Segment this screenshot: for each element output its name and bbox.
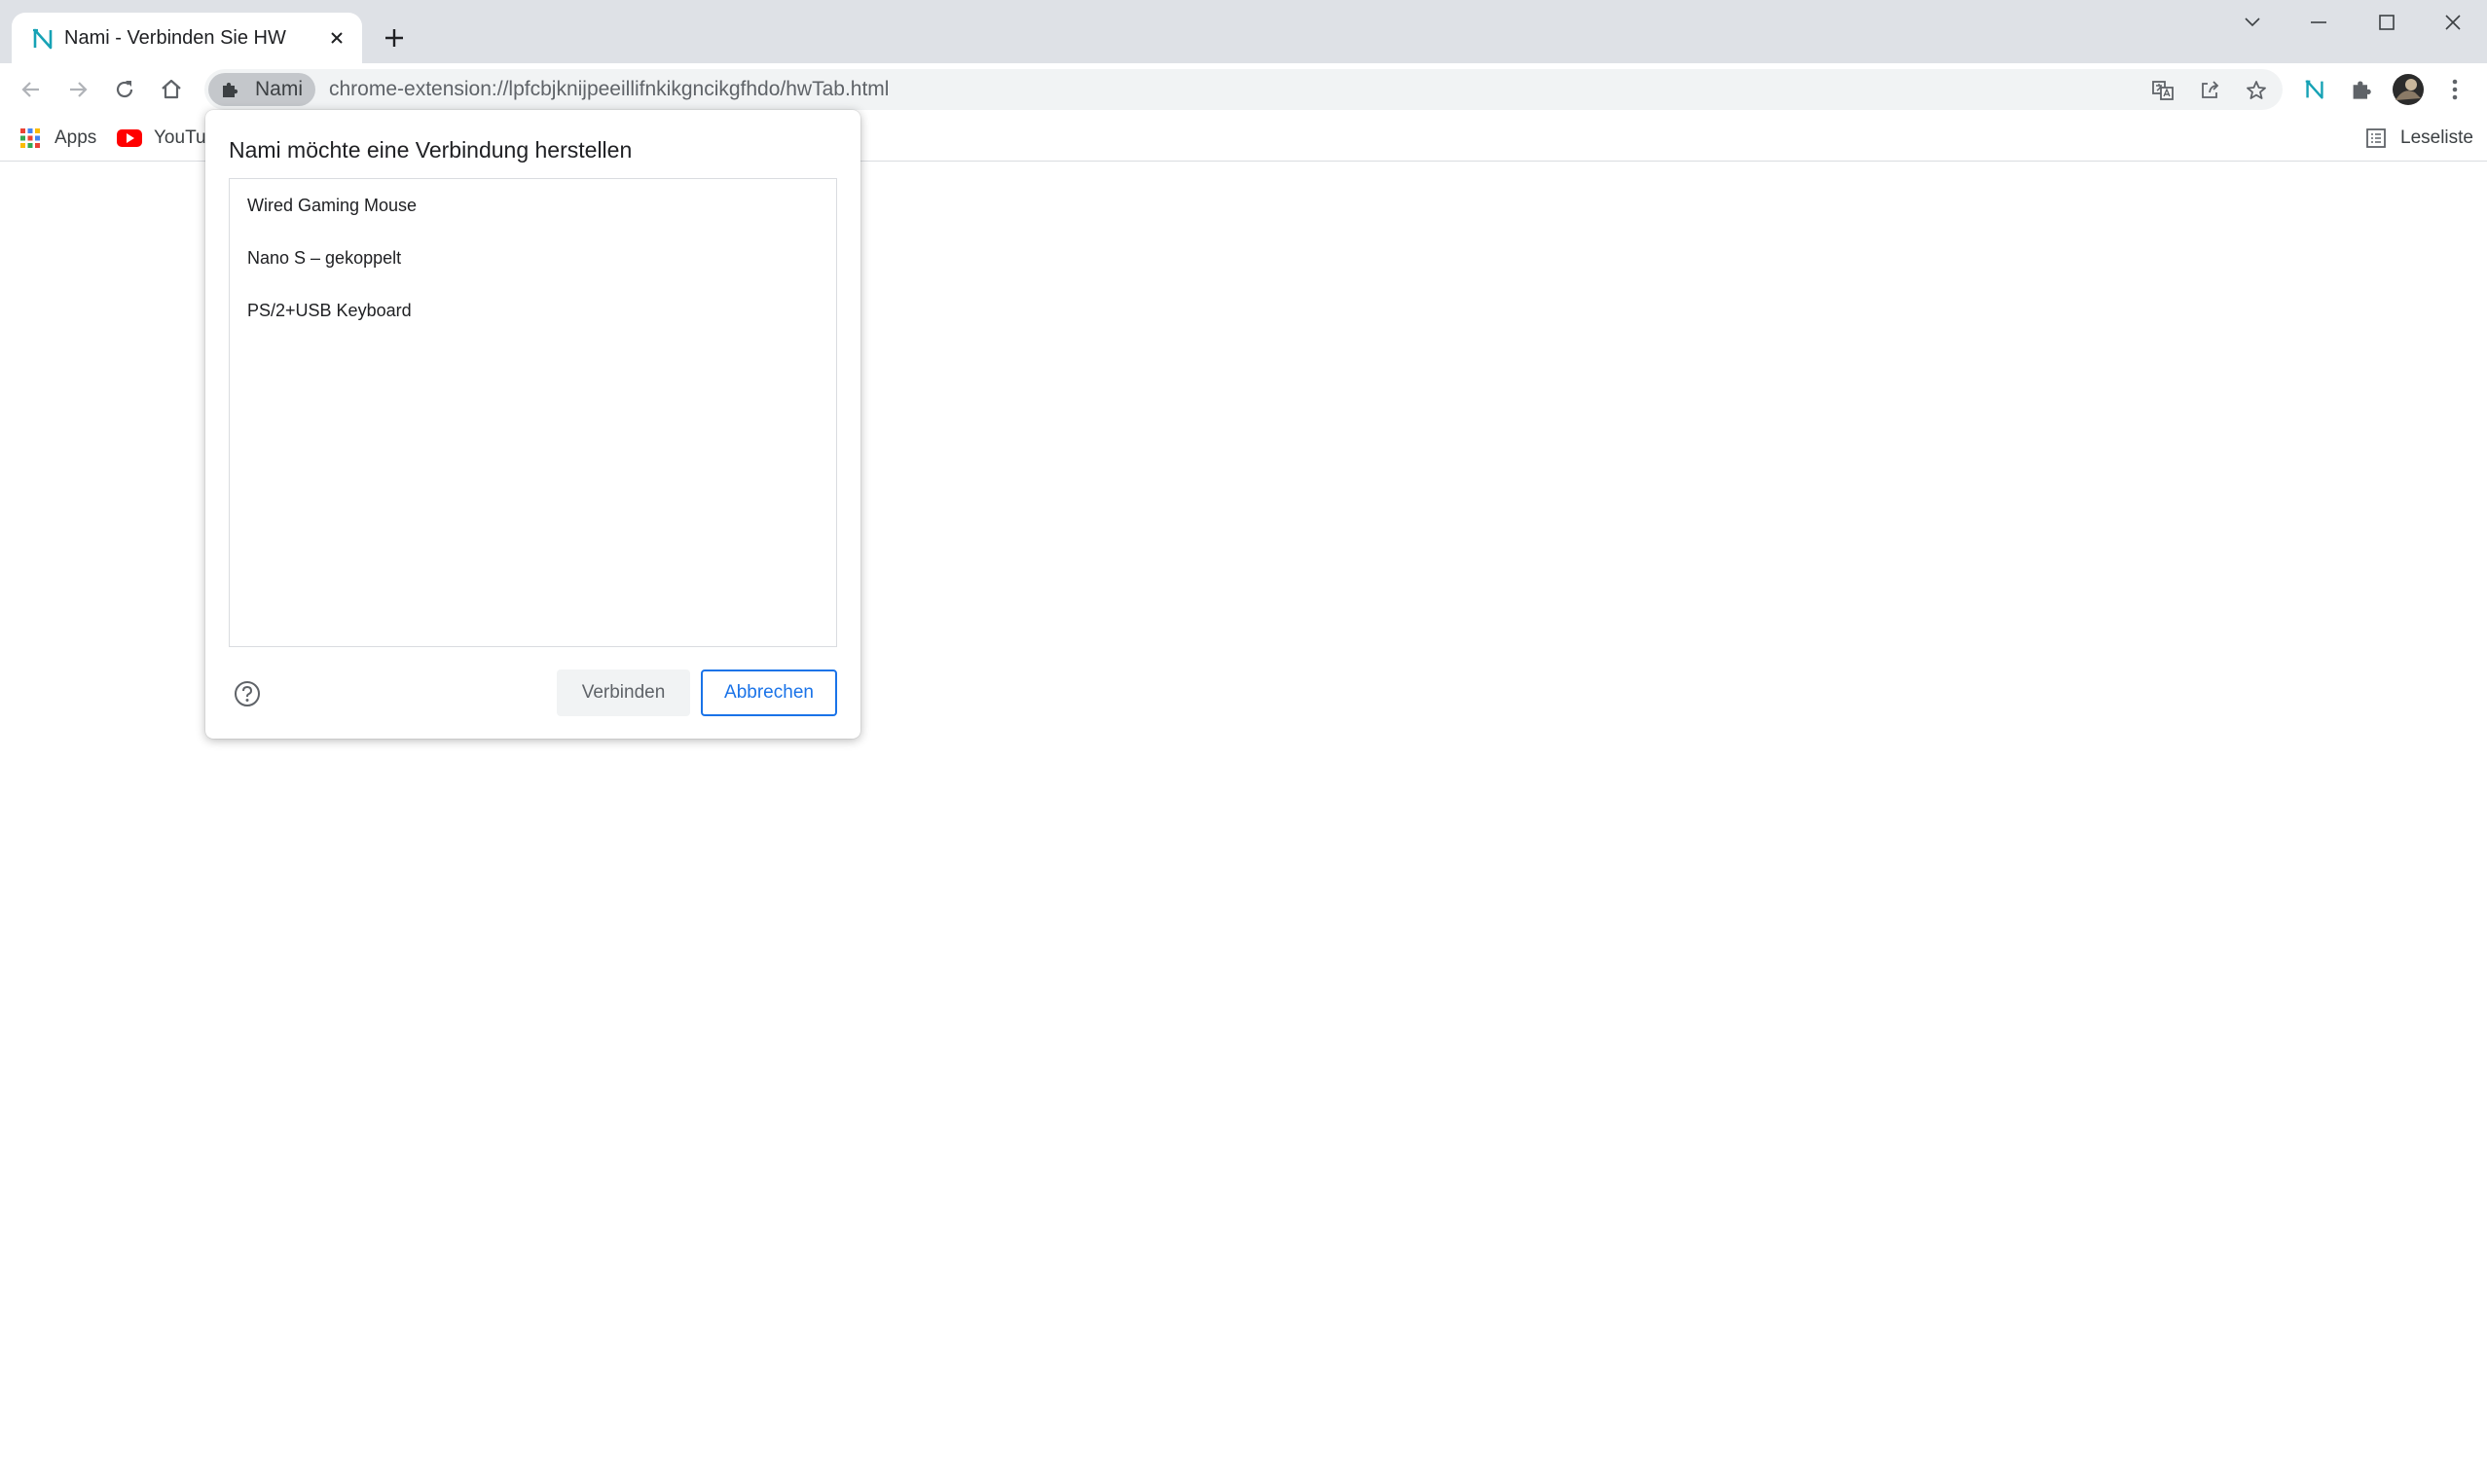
home-icon[interactable] bbox=[151, 69, 192, 110]
bookmark-apps-label: Apps bbox=[55, 127, 97, 148]
tab-strip: Nami - Verbinden Sie HW bbox=[0, 0, 2487, 63]
active-tab[interactable]: Nami - Verbinden Sie HW bbox=[12, 13, 362, 63]
device-chooser-dialog: Nami möchte eine Verbindung herstellen W… bbox=[205, 110, 860, 739]
puzzle-icon bbox=[223, 82, 238, 97]
reload-icon[interactable] bbox=[104, 69, 145, 110]
apps-grid-icon bbox=[20, 128, 40, 148]
cancel-button[interactable]: Abbrechen bbox=[701, 670, 837, 716]
url-text[interactable]: chrome-extension://lpfcbjknijpeeillifnki… bbox=[329, 77, 889, 102]
avatar[interactable] bbox=[2388, 69, 2429, 110]
window-close-icon[interactable] bbox=[2420, 0, 2486, 45]
help-icon[interactable] bbox=[233, 679, 262, 708]
device-item[interactable]: PS/2+USB Keyboard bbox=[230, 284, 836, 337]
reading-list-label: Leseliste bbox=[2400, 127, 2473, 148]
nami-extension-icon[interactable] bbox=[2294, 69, 2335, 110]
back-arrow-icon[interactable] bbox=[11, 69, 52, 110]
device-item[interactable]: Nano S – gekoppelt bbox=[230, 232, 836, 284]
extension-chip[interactable]: Nami bbox=[208, 73, 315, 106]
bookmark-apps[interactable]: Apps bbox=[19, 122, 96, 155]
extensions-puzzle-icon[interactable] bbox=[2341, 69, 2382, 110]
dialog-title: Nami möchte eine Verbindung herstellen bbox=[229, 137, 633, 163]
star-icon[interactable] bbox=[2243, 77, 2270, 104]
forward-arrow-icon[interactable] bbox=[57, 69, 98, 110]
nami-logo-icon bbox=[33, 28, 53, 50]
extension-chip-label: Nami bbox=[255, 78, 304, 100]
tab-title: Nami - Verbinden Sie HW bbox=[64, 27, 286, 49]
more-vertical-icon[interactable] bbox=[2434, 69, 2475, 110]
translate-icon[interactable] bbox=[2149, 77, 2176, 104]
toolbar: Nami chrome-extension://lpfcbjknijpeeill… bbox=[0, 63, 2487, 116]
device-list: Wired Gaming Mouse Nano S – gekoppelt PS… bbox=[229, 178, 837, 647]
close-icon[interactable] bbox=[323, 24, 350, 52]
plus-icon[interactable] bbox=[375, 18, 414, 57]
share-icon[interactable] bbox=[2196, 77, 2223, 104]
minimize-icon[interactable] bbox=[2286, 0, 2352, 45]
reading-list-icon bbox=[2366, 128, 2386, 148]
connect-button[interactable]: Verbinden bbox=[557, 670, 690, 716]
address-bar[interactable]: Nami chrome-extension://lpfcbjknijpeeill… bbox=[204, 69, 2283, 110]
youtube-icon bbox=[117, 129, 142, 147]
reading-list-button[interactable]: Leseliste bbox=[2365, 122, 2473, 155]
maximize-icon[interactable] bbox=[2354, 0, 2420, 45]
device-item[interactable]: Wired Gaming Mouse bbox=[230, 179, 836, 232]
chevron-down-icon[interactable] bbox=[2219, 0, 2286, 45]
